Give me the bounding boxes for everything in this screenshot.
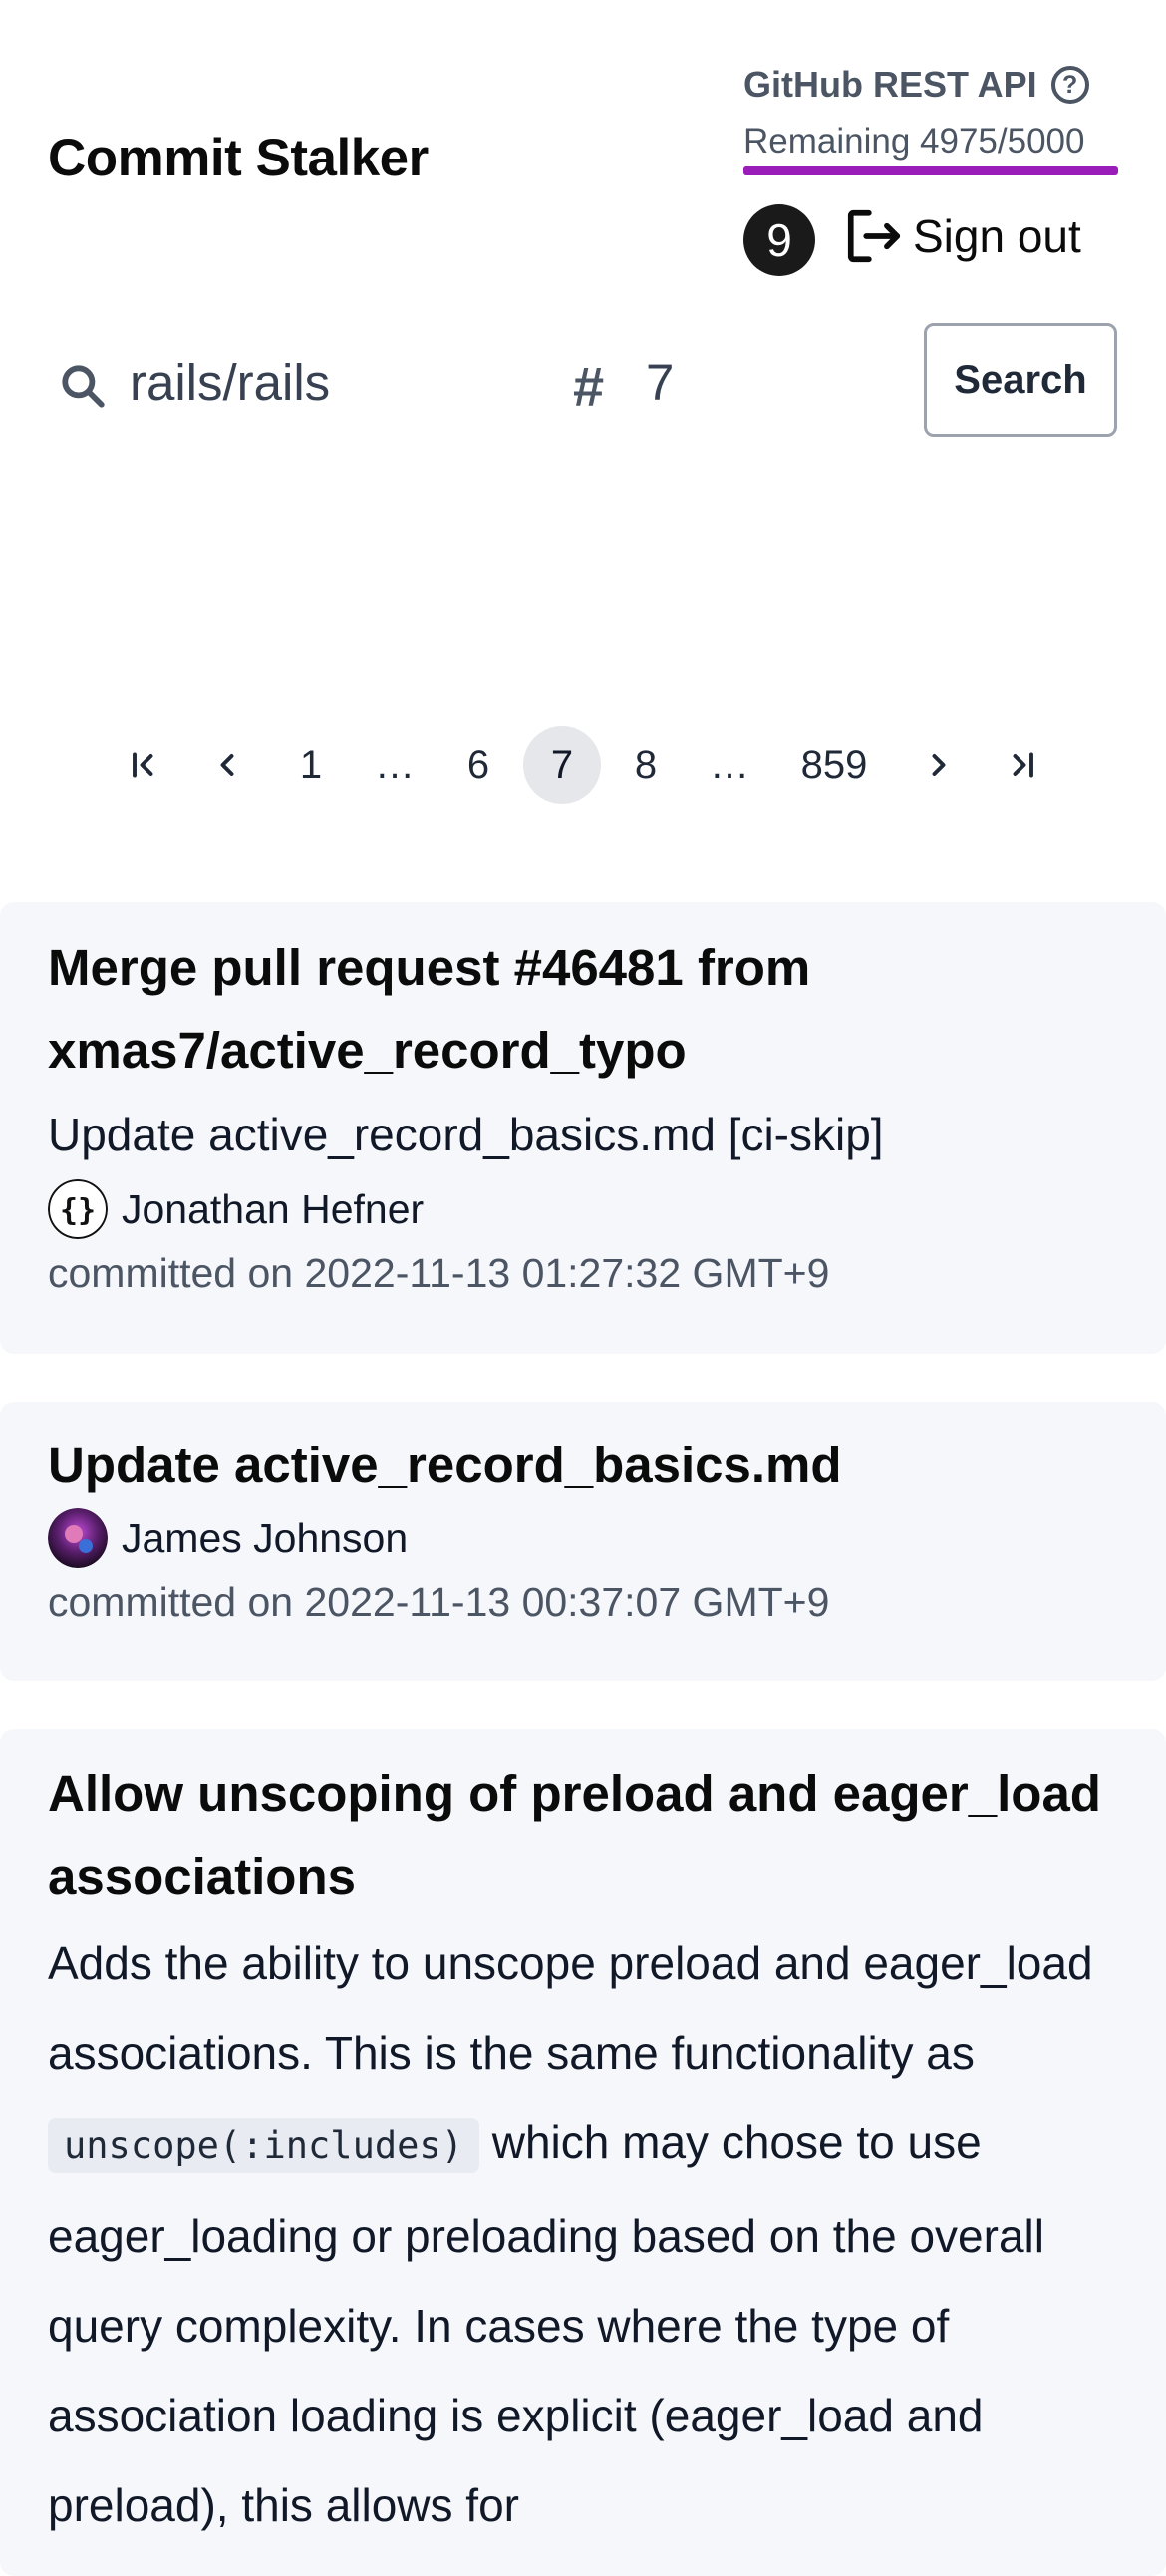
commit-title[interactable]: Allow unscoping of preload and eager_loa… bbox=[48, 1753, 1118, 1918]
commit-title[interactable]: Merge pull request #46481 from xmas7/act… bbox=[48, 926, 1118, 1092]
commit-message: Update active_record_basics.md [ci-skip] bbox=[48, 1109, 884, 1160]
avatar: {} bbox=[48, 1179, 108, 1239]
page-ellipsis: … bbox=[375, 742, 415, 787]
rate-limit-bar-fill bbox=[743, 166, 1117, 175]
commit-author: {} Jonathan Hefner bbox=[48, 1177, 1118, 1241]
commit-message-text: which may chose to use eager_loading or … bbox=[48, 2116, 1044, 2531]
commit-author: James Johnson bbox=[48, 1506, 1118, 1570]
svg-text:{}: {} bbox=[60, 1193, 96, 1228]
commit-card[interactable]: Allow unscoping of preload and eager_loa… bbox=[0, 1729, 1166, 2576]
commit-message-text: Adds the ability to unscope preload and … bbox=[48, 1937, 1093, 2079]
search-icon bbox=[62, 365, 105, 408]
commit-message: Adds the ability to unscope preload and … bbox=[48, 1918, 1118, 2550]
commit-title[interactable]: Update active_record_basics.md bbox=[48, 1424, 1118, 1506]
commit-date: committed on 2022-11-13 01:27:32 GMT+9 bbox=[48, 1250, 830, 1296]
question-circle-icon[interactable]: ? bbox=[1050, 66, 1089, 104]
user-badge[interactable]: 9 bbox=[743, 204, 815, 276]
rate-limit-remaining: Remaining 4975/5000 bbox=[743, 122, 1085, 161]
app-title: Commit Stalker bbox=[48, 129, 429, 187]
repository-input[interactable] bbox=[130, 346, 508, 418]
page-link[interactable]: 8 bbox=[607, 726, 685, 804]
page-link-last-number[interactable]: 859 bbox=[774, 726, 894, 804]
last-page-icon[interactable] bbox=[984, 726, 1061, 804]
page-link[interactable]: 6 bbox=[439, 726, 517, 804]
search-button[interactable]: Search bbox=[924, 323, 1117, 437]
page-ellipsis: … bbox=[710, 742, 749, 787]
page-number-input[interactable] bbox=[646, 346, 845, 418]
api-label-text: GitHub REST API bbox=[743, 64, 1037, 105]
author-name[interactable]: Jonathan Hefner bbox=[122, 1186, 424, 1233]
commit-card[interactable]: Merge pull request #46481 from xmas7/act… bbox=[0, 902, 1166, 1354]
commit-card[interactable]: Update active_record_basics.md James Joh… bbox=[0, 1402, 1166, 1681]
page-link-current[interactable]: 7 bbox=[523, 726, 601, 804]
avatar bbox=[48, 1508, 108, 1568]
commit-date: committed on 2022-11-13 00:37:07 GMT+9 bbox=[48, 1579, 830, 1625]
chevron-left-icon[interactable] bbox=[188, 726, 266, 804]
sign-out-icon bbox=[847, 209, 901, 263]
pagination: 1 … 6 7 8 … 859 bbox=[0, 726, 1166, 804]
sign-out-label: Sign out bbox=[913, 210, 1081, 262]
inline-code: unscope(:includes) bbox=[48, 2118, 479, 2173]
hash-icon: # bbox=[573, 355, 605, 418]
rate-limit-bar bbox=[743, 166, 1118, 175]
chevron-right-icon[interactable] bbox=[900, 726, 978, 804]
page-link[interactable]: 1 bbox=[272, 726, 350, 804]
api-rate-label: GitHub REST API ? bbox=[743, 64, 1089, 106]
sign-out-button[interactable]: Sign out bbox=[843, 205, 1081, 267]
author-name[interactable]: James Johnson bbox=[122, 1515, 408, 1562]
first-page-icon[interactable] bbox=[105, 726, 182, 804]
